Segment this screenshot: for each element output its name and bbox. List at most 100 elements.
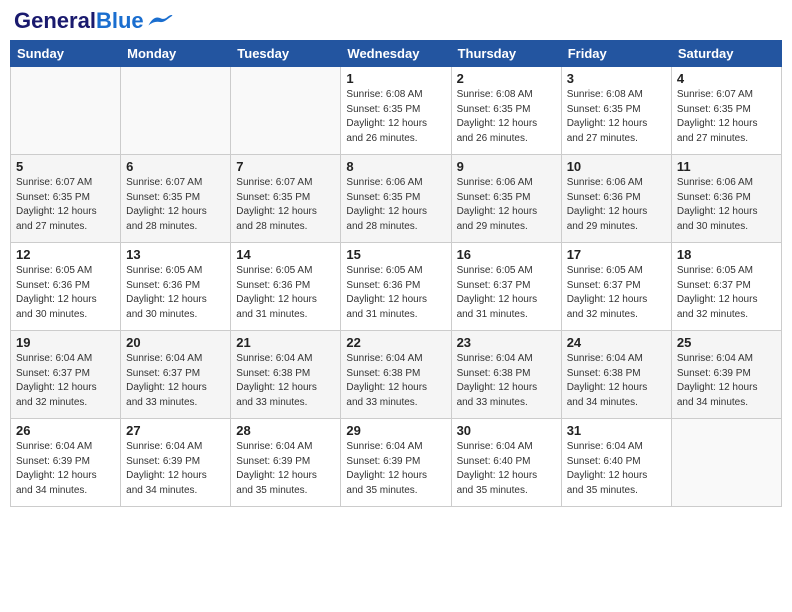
calendar-cell: 29 Sunrise: 6:04 AM Sunset: 6:39 PM Dayli… <box>341 419 451 507</box>
day-info: Sunrise: 6:04 AM Sunset: 6:39 PM Dayligh… <box>126 440 225 498</box>
calendar-cell: 30 Sunrise: 6:04 AM Sunset: 6:40 PM Dayli… <box>451 419 561 507</box>
day-info: Sunrise: 6:04 AM Sunset: 6:39 PM Dayligh… <box>677 352 776 410</box>
calendar-cell: 6 Sunrise: 6:07 AM Sunset: 6:35 PM Daylig… <box>121 155 231 243</box>
calendar-cell: 24 Sunrise: 6:04 AM Sunset: 6:38 PM Dayli… <box>561 331 671 419</box>
day-number: 29 <box>346 423 445 438</box>
calendar-cell: 20 Sunrise: 6:04 AM Sunset: 6:37 PM Dayli… <box>121 331 231 419</box>
day-info: Sunrise: 6:04 AM Sunset: 6:37 PM Dayligh… <box>126 352 225 410</box>
day-info: Sunrise: 6:04 AM Sunset: 6:38 PM Dayligh… <box>457 352 556 410</box>
day-info: Sunrise: 6:05 AM Sunset: 6:36 PM Dayligh… <box>16 264 115 322</box>
calendar-cell: 9 Sunrise: 6:06 AM Sunset: 6:35 PM Daylig… <box>451 155 561 243</box>
day-number: 27 <box>126 423 225 438</box>
calendar-cell: 23Sunrise: 6:04 AM Sunset: 6:38 PM Dayli… <box>451 331 561 419</box>
weekday-header-cell: Sunday <box>11 41 121 67</box>
day-number: 14 <box>236 247 335 262</box>
calendar-cell: 16Sunrise: 6:05 AM Sunset: 6:37 PM Dayli… <box>451 243 561 331</box>
calendar-cell <box>121 67 231 155</box>
calendar-cell: 2Sunrise: 6:08 AM Sunset: 6:35 PM Daylig… <box>451 67 561 155</box>
logo: GeneralBlue <box>14 10 174 32</box>
day-number: 20 <box>126 335 225 350</box>
day-number: 19 <box>16 335 115 350</box>
calendar-cell: 27 Sunrise: 6:04 AM Sunset: 6:39 PM Dayli… <box>121 419 231 507</box>
day-info: Sunrise: 6:08 AM Sunset: 6:35 PM Dayligh… <box>457 88 556 146</box>
day-info: Sunrise: 6:08 AM Sunset: 6:35 PM Dayligh… <box>346 88 445 146</box>
calendar-week-row: 19 Sunrise: 6:04 AM Sunset: 6:37 PM Dayli… <box>11 331 782 419</box>
day-info: Sunrise: 6:06 AM Sunset: 6:35 PM Dayligh… <box>346 176 445 234</box>
day-number: 6 <box>126 159 225 174</box>
day-number: 3 <box>567 71 666 86</box>
day-info: Sunrise: 6:05 AM Sunset: 6:36 PM Dayligh… <box>346 264 445 322</box>
calendar-cell: 15 Sunrise: 6:05 AM Sunset: 6:36 PM Dayli… <box>341 243 451 331</box>
weekday-header-cell: Thursday <box>451 41 561 67</box>
calendar-cell: 14 Sunrise: 6:05 AM Sunset: 6:36 PM Dayli… <box>231 243 341 331</box>
calendar-week-row: 12 Sunrise: 6:05 AM Sunset: 6:36 PM Dayli… <box>11 243 782 331</box>
day-number: 17 <box>567 247 666 262</box>
calendar-body: 1 Sunrise: 6:08 AM Sunset: 6:35 PM Daylig… <box>11 67 782 507</box>
day-info: Sunrise: 6:07 AM Sunset: 6:35 PM Dayligh… <box>126 176 225 234</box>
day-number: 18 <box>677 247 776 262</box>
day-number: 4 <box>677 71 776 86</box>
day-info: Sunrise: 6:06 AM Sunset: 6:36 PM Dayligh… <box>567 176 666 234</box>
calendar-cell <box>11 67 121 155</box>
day-info: Sunrise: 6:08 AM Sunset: 6:35 PM Dayligh… <box>567 88 666 146</box>
day-info: Sunrise: 6:04 AM Sunset: 6:38 PM Dayligh… <box>236 352 335 410</box>
weekday-header-cell: Monday <box>121 41 231 67</box>
day-number: 11 <box>677 159 776 174</box>
day-info: Sunrise: 6:04 AM Sunset: 6:39 PM Dayligh… <box>236 440 335 498</box>
day-info: Sunrise: 6:05 AM Sunset: 6:37 PM Dayligh… <box>677 264 776 322</box>
day-number: 24 <box>567 335 666 350</box>
calendar-cell: 5 Sunrise: 6:07 AM Sunset: 6:35 PM Daylig… <box>11 155 121 243</box>
calendar-cell: 1 Sunrise: 6:08 AM Sunset: 6:35 PM Daylig… <box>341 67 451 155</box>
day-number: 21 <box>236 335 335 350</box>
day-number: 13 <box>126 247 225 262</box>
calendar-cell: 10 Sunrise: 6:06 AM Sunset: 6:36 PM Dayli… <box>561 155 671 243</box>
calendar-cell: 4Sunrise: 6:07 AM Sunset: 6:35 PM Daylig… <box>671 67 781 155</box>
day-number: 1 <box>346 71 445 86</box>
calendar-week-row: 5 Sunrise: 6:07 AM Sunset: 6:35 PM Daylig… <box>11 155 782 243</box>
calendar-cell: 22 Sunrise: 6:04 AM Sunset: 6:38 PM Dayli… <box>341 331 451 419</box>
day-info: Sunrise: 6:07 AM Sunset: 6:35 PM Dayligh… <box>236 176 335 234</box>
day-info: Sunrise: 6:05 AM Sunset: 6:36 PM Dayligh… <box>236 264 335 322</box>
day-number: 15 <box>346 247 445 262</box>
calendar-cell: 31 Sunrise: 6:04 AM Sunset: 6:40 PM Dayli… <box>561 419 671 507</box>
calendar-cell: 19 Sunrise: 6:04 AM Sunset: 6:37 PM Dayli… <box>11 331 121 419</box>
day-info: Sunrise: 6:04 AM Sunset: 6:37 PM Dayligh… <box>16 352 115 410</box>
day-number: 12 <box>16 247 115 262</box>
logo-bird-icon <box>146 13 174 29</box>
day-info: Sunrise: 6:06 AM Sunset: 6:35 PM Dayligh… <box>457 176 556 234</box>
calendar-cell: 7Sunrise: 6:07 AM Sunset: 6:35 PM Daylig… <box>231 155 341 243</box>
calendar-cell: 11 Sunrise: 6:06 AM Sunset: 6:36 PM Dayli… <box>671 155 781 243</box>
calendar-cell <box>231 67 341 155</box>
day-number: 22 <box>346 335 445 350</box>
day-info: Sunrise: 6:05 AM Sunset: 6:36 PM Dayligh… <box>126 264 225 322</box>
calendar-cell <box>671 419 781 507</box>
day-info: Sunrise: 6:06 AM Sunset: 6:36 PM Dayligh… <box>677 176 776 234</box>
day-number: 10 <box>567 159 666 174</box>
day-info: Sunrise: 6:04 AM Sunset: 6:39 PM Dayligh… <box>346 440 445 498</box>
day-number: 16 <box>457 247 556 262</box>
weekday-header-cell: Wednesday <box>341 41 451 67</box>
weekday-header-row: SundayMondayTuesdayWednesdayThursdayFrid… <box>11 41 782 67</box>
day-info: Sunrise: 6:04 AM Sunset: 6:38 PM Dayligh… <box>567 352 666 410</box>
day-number: 8 <box>346 159 445 174</box>
weekday-header-cell: Tuesday <box>231 41 341 67</box>
logo-text: GeneralBlue <box>14 10 144 32</box>
page-header: GeneralBlue <box>10 10 782 32</box>
day-number: 31 <box>567 423 666 438</box>
calendar-cell: 26Sunrise: 6:04 AM Sunset: 6:39 PM Dayli… <box>11 419 121 507</box>
day-number: 5 <box>16 159 115 174</box>
calendar-cell: 3 Sunrise: 6:08 AM Sunset: 6:35 PM Daylig… <box>561 67 671 155</box>
day-info: Sunrise: 6:04 AM Sunset: 6:39 PM Dayligh… <box>16 440 115 498</box>
day-info: Sunrise: 6:04 AM Sunset: 6:38 PM Dayligh… <box>346 352 445 410</box>
day-number: 30 <box>457 423 556 438</box>
calendar-cell: 8 Sunrise: 6:06 AM Sunset: 6:35 PM Daylig… <box>341 155 451 243</box>
day-info: Sunrise: 6:04 AM Sunset: 6:40 PM Dayligh… <box>457 440 556 498</box>
calendar-week-row: 26Sunrise: 6:04 AM Sunset: 6:39 PM Dayli… <box>11 419 782 507</box>
day-info: Sunrise: 6:07 AM Sunset: 6:35 PM Dayligh… <box>16 176 115 234</box>
day-info: Sunrise: 6:04 AM Sunset: 6:40 PM Dayligh… <box>567 440 666 498</box>
calendar-cell: 12 Sunrise: 6:05 AM Sunset: 6:36 PM Dayli… <box>11 243 121 331</box>
day-number: 9 <box>457 159 556 174</box>
calendar-cell: 21 Sunrise: 6:04 AM Sunset: 6:38 PM Dayli… <box>231 331 341 419</box>
day-info: Sunrise: 6:05 AM Sunset: 6:37 PM Dayligh… <box>567 264 666 322</box>
calendar-table: SundayMondayTuesdayWednesdayThursdayFrid… <box>10 40 782 507</box>
